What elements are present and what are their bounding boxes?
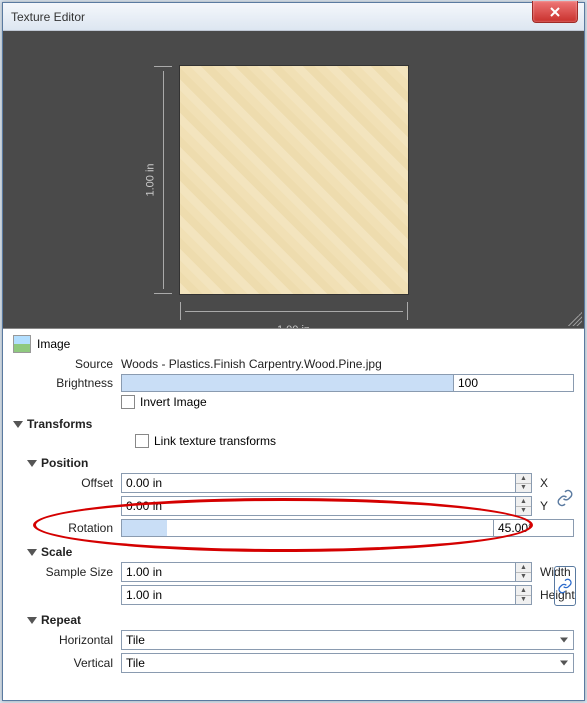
scale-section-label: Scale [41,545,72,559]
repeat-section-label: Repeat [41,613,81,627]
window-title: Texture Editor [11,10,85,24]
texture-editor-window: Texture Editor 1.00 in 1.00 in Image Sou… [2,2,585,701]
repeat-horizontal-label: Horizontal [13,633,121,647]
image-section-header: Image [13,335,574,353]
triangle-down-icon [27,617,37,624]
invert-image-checkbox[interactable] [121,395,135,409]
repeat-vertical-dropdown[interactable]: Tile [121,653,574,673]
repeat-section-toggle[interactable]: Repeat [27,613,574,627]
preview-resize-grip[interactable] [568,312,582,326]
sample-height-spinner[interactable]: ▲▼ [516,585,532,605]
rotation-value[interactable]: 45.00° [494,519,574,537]
invert-image-label: Invert Image [140,395,207,409]
brightness-label: Brightness [13,376,121,390]
scale-link-icon[interactable] [554,566,576,606]
rotation-label: Rotation [13,521,121,535]
sample-height-input[interactable]: 1.00 in [121,585,516,605]
link-transforms-checkbox[interactable] [135,434,149,448]
transforms-section-label: Transforms [27,417,92,431]
source-value: Woods - Plastics.Finish Carpentry.Wood.P… [121,357,382,371]
titlebar[interactable]: Texture Editor [3,3,584,31]
offset-x-input[interactable]: 0.00 in [121,473,516,493]
source-label: Source [13,357,121,371]
sample-width-spinner[interactable]: ▲▼ [516,562,532,582]
sample-size-label: Sample Size [13,565,121,579]
link-transforms-label: Link texture transforms [154,434,276,448]
offset-link-icon[interactable] [554,478,576,518]
properties-panel: Image Source Woods - Plastics.Finish Car… [3,329,584,686]
ruler-horizontal [180,302,408,320]
close-button[interactable] [532,1,578,23]
offset-x-spinner[interactable]: ▲▼ [516,473,532,493]
triangle-down-icon [27,460,37,467]
texture-preview-area: 1.00 in 1.00 in [3,31,584,329]
offset-label: Offset [13,476,121,490]
close-icon [549,6,561,18]
transforms-section-toggle[interactable]: Transforms [13,417,574,431]
texture-swatch[interactable]: 1.00 in 1.00 in [179,65,409,295]
image-section-label: Image [37,337,70,351]
scale-section-toggle[interactable]: Scale [27,545,574,559]
ruler-vertical-label: 1.00 in [144,163,156,196]
brightness-value[interactable]: 100 [454,374,574,392]
brightness-slider[interactable] [121,374,454,392]
repeat-horizontal-dropdown[interactable]: Tile [121,630,574,650]
triangle-down-icon [13,421,23,428]
position-section-label: Position [41,456,88,470]
position-section-toggle[interactable]: Position [27,456,574,470]
rotation-slider[interactable] [121,519,494,537]
offset-y-spinner[interactable]: ▲▼ [516,496,532,516]
sample-width-input[interactable]: 1.00 in [121,562,516,582]
triangle-down-icon [27,549,37,556]
image-icon [13,335,31,353]
repeat-vertical-label: Vertical [13,656,121,670]
ruler-horizontal-label: 1.00 in [277,324,310,330]
offset-y-input[interactable]: 0.00 in [121,496,516,516]
